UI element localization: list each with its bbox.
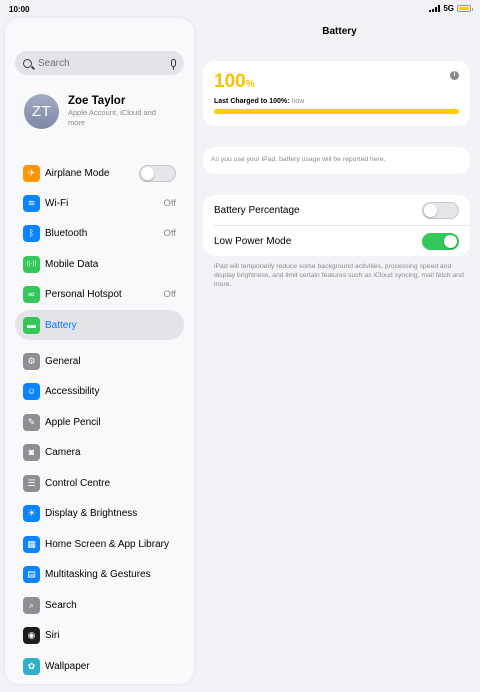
pencil-icon: ✎: [23, 413, 40, 431]
info-icon[interactable]: i: [450, 71, 459, 80]
multitasking-icon: ▤: [23, 565, 40, 583]
low-power-mode-footnote: iPad will temporarily reduce some backgr…: [214, 263, 464, 288]
sidebar-item-search[interactable]: ⌕ Search: [15, 590, 184, 620]
sidebar-item-label: Accessibility: [45, 385, 100, 397]
sidebar-item-label: Mobile Data: [45, 258, 99, 270]
battery-level-card: 100% i Last Charged to 100%: now: [203, 61, 470, 126]
sidebar-item-value: Off: [163, 227, 177, 239]
sidebar-item-label: Home Screen & App Library: [45, 538, 169, 550]
sidebar-item-label: Wallpaper: [45, 660, 90, 672]
airplane-icon: ✈: [23, 164, 40, 182]
sidebar-item-label: Multitasking & Gestures: [45, 568, 151, 580]
sidebar-item-label: General: [45, 355, 81, 367]
sidebar-item-wi-fi[interactable]: ≋ Wi-Fi Off: [15, 188, 184, 218]
sidebar-item-label: Siri: [45, 629, 60, 641]
sidebar-item-label: Bluetooth: [45, 227, 88, 239]
sidebar-item-display-brightness[interactable]: ☀ Display & Brightness: [15, 498, 184, 528]
sidebar-item-label: Camera: [45, 446, 81, 458]
camera-icon: ◙: [23, 443, 40, 461]
battery-percentage-toggle[interactable]: [422, 201, 459, 219]
sidebar-item-camera[interactable]: ◙ Camera: [15, 437, 184, 467]
sidebar-item-label: Airplane Mode: [45, 167, 110, 179]
sidebar-item-airplane-mode[interactable]: ✈ Airplane Mode: [15, 158, 184, 188]
sidebar-item-value: Off: [163, 288, 177, 300]
gear-icon: ⚙: [23, 352, 40, 370]
battery-level-bar: [214, 109, 459, 114]
sidebar-item-label: Personal Hotspot: [45, 288, 122, 300]
low-power-mode-toggle[interactable]: [422, 232, 459, 250]
battery-level-unit: %: [245, 79, 255, 90]
accessibility-icon: ☺: [23, 382, 40, 400]
sidebar-item-value: Off: [163, 197, 177, 209]
battery-level-bar-fill: [214, 109, 459, 114]
last-charged: Last Charged to 100%: now: [214, 98, 304, 105]
last-charged-value: now: [291, 98, 305, 105]
sidebar-item-apple-pencil[interactable]: ✎ Apple Pencil: [15, 407, 184, 437]
sidebar-item-label: Search: [45, 599, 77, 611]
airplane-mode-toggle[interactable]: [139, 164, 176, 182]
sidebar-item-label: Control Centre: [45, 477, 111, 489]
flower-icon: ✿: [23, 657, 40, 675]
home-screen-icon: ▦: [23, 535, 40, 553]
last-charged-label: Last Charged to 100%:: [214, 98, 290, 105]
battery-level-value: 100: [214, 71, 246, 92]
low-power-mode-row: Low Power Mode: [203, 226, 470, 256]
page-title: Battery: [322, 26, 357, 37]
sidebar-item-mobile-data[interactable]: ((·)) Mobile Data: [15, 249, 184, 279]
sidebar-item-label: Apple Pencil: [45, 416, 101, 428]
sidebar-item-label: Wi-Fi: [45, 197, 69, 209]
cellular-signal-icon: [429, 5, 441, 12]
search-icon: ⌕: [23, 596, 40, 614]
sidebar-item-accessibility[interactable]: ☺ Accessibility: [15, 376, 184, 406]
sidebar-item-wallpaper[interactable]: ✿ Wallpaper: [15, 651, 184, 681]
settings-sidebar: Search ZT Zoe Taylor Apple Account, iClo…: [5, 18, 194, 684]
sidebar-item-home-screen-app-library[interactable]: ▦ Home Screen & App Library: [15, 529, 184, 559]
avatar: ZT: [24, 93, 59, 129]
usage-note: As you use your iPad, battery usage will…: [211, 156, 386, 163]
network-type: 5G: [443, 4, 454, 13]
status-battery-icon: [457, 5, 473, 12]
profile-subtitle: Apple Account, iCloud and more: [68, 107, 156, 127]
sidebar-item-control-centre[interactable]: ☰ Control Centre: [15, 468, 184, 498]
control-centre-icon: ☰: [23, 474, 40, 492]
battery-usage-card: As you use your iPad, battery usage will…: [203, 147, 470, 174]
hotspot-icon: ∞: [23, 285, 40, 303]
sidebar-item-general[interactable]: ⚙ General: [15, 346, 184, 376]
bluetooth-icon: ᛒ: [23, 224, 40, 242]
microphone-icon[interactable]: [171, 59, 176, 70]
search-input[interactable]: Search: [15, 51, 184, 75]
sidebar-item-bluetooth[interactable]: ᛒ Bluetooth Off: [15, 218, 184, 248]
battery-icon: ▬: [23, 316, 40, 334]
status-indicators: 5G: [429, 4, 473, 13]
status-bar: 10:00 5G: [0, 0, 480, 18]
antenna-icon: ((·)): [23, 255, 40, 273]
sidebar-item-multitasking-gestures[interactable]: ▤ Multitasking & Gestures: [15, 559, 184, 589]
wifi-icon: ≋: [23, 194, 40, 212]
search-placeholder: Search: [38, 57, 70, 69]
sidebar-item-label: Battery: [45, 319, 77, 331]
sidebar-item-battery[interactable]: ▬ Battery: [15, 310, 184, 340]
sidebar-item-personal-hotspot[interactable]: ∞ Personal Hotspot Off: [15, 279, 184, 309]
sun-icon: ☀: [23, 504, 40, 522]
sidebar-item-siri[interactable]: ◉ Siri: [15, 620, 184, 650]
battery-level: 100%: [214, 71, 255, 93]
apple-account-profile[interactable]: ZT Zoe Taylor Apple Account, iCloud and …: [24, 91, 189, 131]
sidebar-item-label: Display & Brightness: [45, 507, 138, 519]
status-time: 10:00: [9, 5, 30, 14]
siri-icon: ◉: [23, 626, 40, 644]
battery-percentage-row: Battery Percentage: [203, 195, 470, 225]
search-icon: [23, 58, 32, 68]
battery-percentage-label: Battery Percentage: [214, 204, 300, 216]
battery-settings-card: Battery Percentage Low Power Mode: [203, 195, 470, 256]
profile-name: Zoe Taylor: [68, 94, 126, 107]
sidebar-item-notifications[interactable]: ■Notifications: [15, 681, 184, 684]
low-power-mode-label: Low Power Mode: [214, 235, 292, 247]
